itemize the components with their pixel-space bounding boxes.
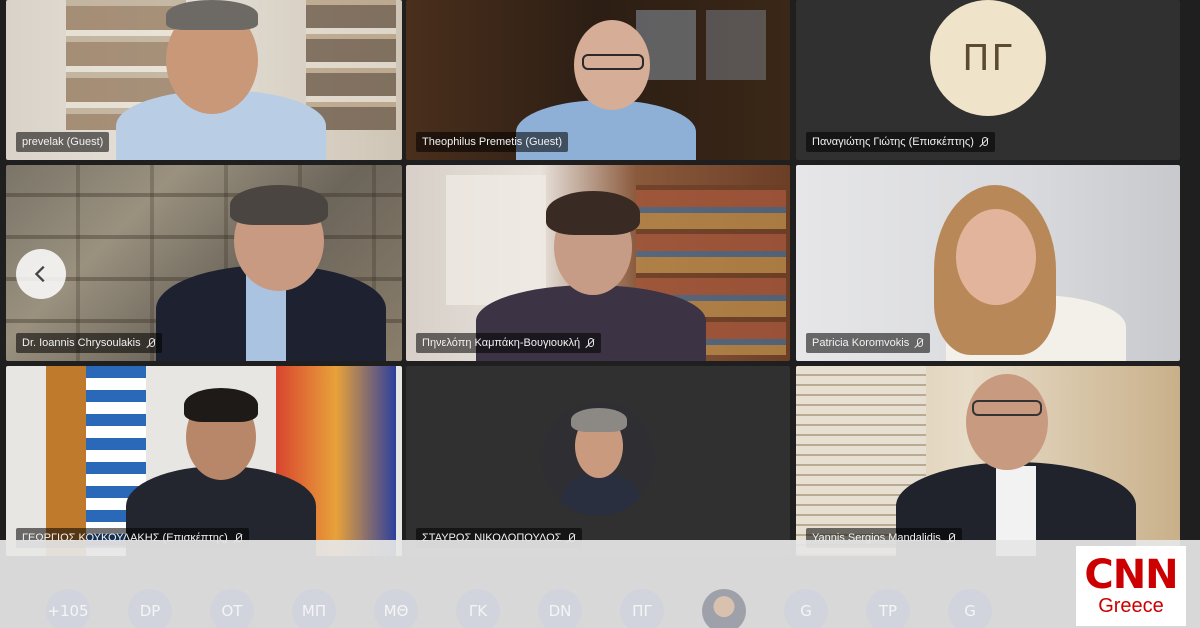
curtain [446,175,546,305]
roster-avatar[interactable]: DN [538,589,582,628]
participant-name: Patricia Koromvokis [812,337,910,349]
participant-name: Dr. Ioannis Chrysoulakis [22,337,141,349]
avatar-initials: ΠΓ [962,37,1014,79]
video-call-grid: prevelak (Guest) Theophilus Premetis (Gu… [0,0,1200,628]
participant-roster: +105 DP ΟΤ ΜΠ ΜΘ ΓΚ DN ΠΓ G TP G [46,589,992,628]
logo-region: Greece [1098,595,1164,617]
participant-name-label: Πηνελόπη Καμπάκη-Βουγιουκλή [416,333,602,353]
hair [166,0,258,30]
participant-name-label: Dr. Ioannis Chrysoulakis [16,333,162,353]
roster-avatar[interactable]: ΓΚ [456,589,500,628]
bookshelf [306,0,396,130]
roster-avatar[interactable]: ΜΘ [374,589,418,628]
roster-label: ΟΤ [221,602,243,620]
previous-page-button[interactable] [16,249,66,299]
roster-avatar[interactable]: TP [866,589,910,628]
roster-label: +105 [47,602,89,620]
roster-avatar-photo[interactable] [702,589,746,628]
participant-name: Παναγιώτης Γιώτης (Επισκέπτης) [812,136,974,148]
roster-avatar[interactable]: ΠΓ [620,589,664,628]
participant-name-label: Patricia Koromvokis [806,333,931,353]
participant-name: prevelak (Guest) [22,136,104,148]
hair [184,388,258,422]
video-tile-stavros[interactable]: ΣΤΑΥΡΟΣ ΝΙΚΟΛΟΠΟΥΛΟΣ [406,366,790,556]
participant-name-label: Παναγιώτης Γιώτης (Επισκέπτης) [806,132,995,152]
participant-name-label: Theophilus Premetis (Guest) [416,132,568,152]
video-tile-patricia[interactable]: Patricia Koromvokis [796,165,1180,361]
avatar: ΠΓ [930,0,1046,116]
roster-label: DN [548,602,572,620]
video-tile-yannis[interactable]: Yannis Sergios Mandalidis [796,366,1180,556]
roster-avatar[interactable]: DP [128,589,172,628]
video-tile-panagiotis[interactable]: ΠΓ Παναγιώτης Γιώτης (Επισκέπτης) [796,0,1180,160]
roster-label: G [800,602,812,620]
video-tile-chrysoulakis[interactable]: Dr. Ioannis Chrysoulakis [6,165,402,361]
roster-label: ΜΠ [301,602,327,620]
roster-label: ΠΓ [632,602,652,620]
roster-avatar[interactable]: G [784,589,828,628]
chevron-left-icon [34,265,45,283]
cnn-greece-logo: CNN Greece [1076,546,1186,626]
person-head [966,374,1048,470]
video-tile-penelope[interactable]: Πηνελόπη Καμπάκη-Βουγιουκλή [406,165,790,361]
hair [546,191,640,235]
video-tile-theophilus[interactable]: Theophilus Premetis (Guest) [406,0,790,160]
hair [230,185,328,225]
roster-label: ΜΘ [383,602,409,620]
roster-label: DP [139,602,161,620]
mic-muted-icon [146,337,156,349]
video-tile-georgios[interactable]: ΓΕΩΡΓΙΟΣ ΚΟΥΚΟΥΛΑΚΗΣ (Επισκέπτης) [6,366,402,556]
roster-label: G [964,602,976,620]
participant-name: Πηνελόπη Καμπάκη-Βουγιουκλή [422,337,581,349]
video-tile-prevelak[interactable]: prevelak (Guest) [6,0,402,160]
roster-avatar[interactable]: G [948,589,992,628]
participant-name-label: prevelak (Guest) [16,132,110,152]
window [706,10,766,80]
logo-brand: CNN [1084,552,1178,598]
mic-muted-icon [914,337,924,349]
glasses [582,54,644,70]
roster-avatar[interactable]: ΟΤ [210,589,254,628]
roster-label: TP [878,602,898,620]
glasses [972,400,1042,416]
more-participants-button[interactable]: +105 [46,589,90,628]
roster-label: ΓΚ [468,602,488,620]
mic-muted-icon [979,136,989,148]
avatar [541,402,655,516]
roster-avatar[interactable]: ΜΠ [292,589,336,628]
participant-name: Theophilus Premetis (Guest) [422,136,562,148]
mic-muted-icon [585,337,595,349]
person-head [956,209,1036,305]
